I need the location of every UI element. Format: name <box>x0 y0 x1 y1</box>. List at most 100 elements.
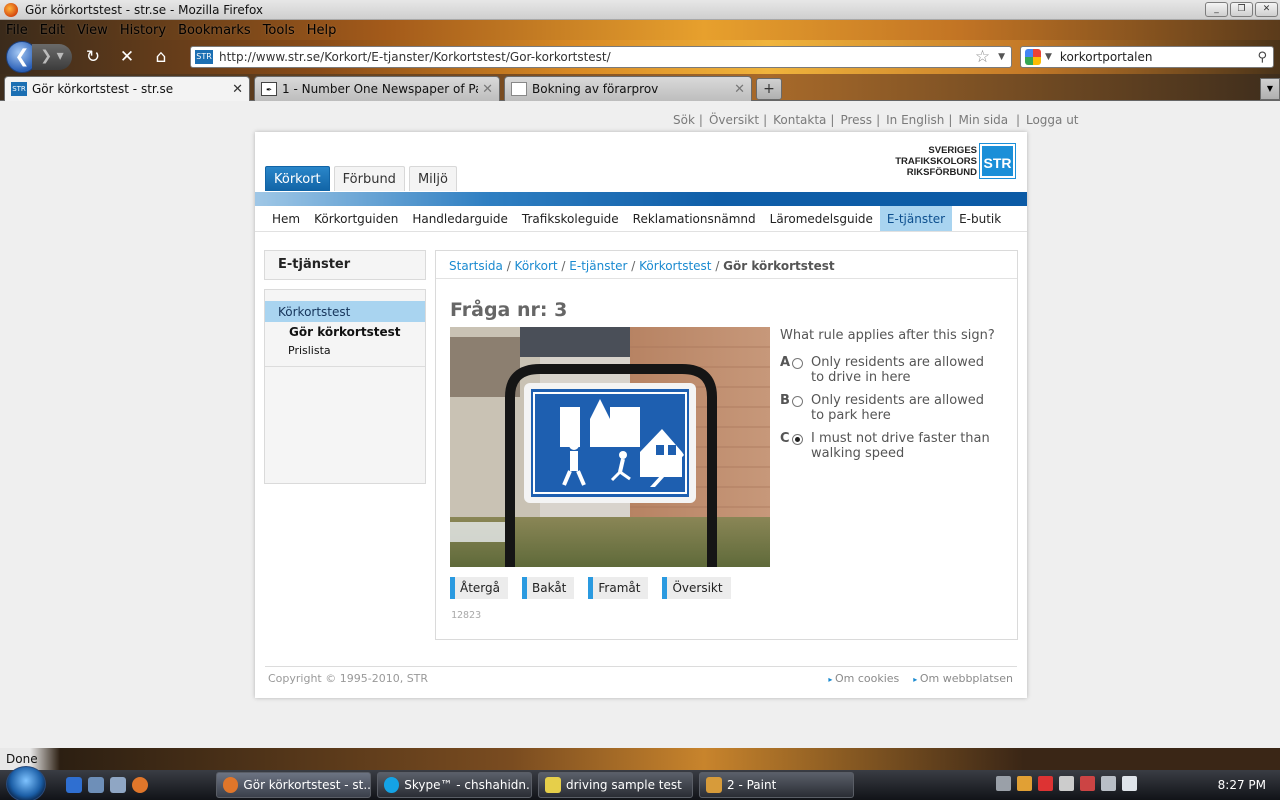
switch-windows-icon[interactable] <box>110 777 126 793</box>
question-image <box>450 327 770 567</box>
sidebar-title: E-tjänster <box>264 250 426 280</box>
close-window-button[interactable]: ✕ <box>1255 2 1278 17</box>
quick-launch <box>66 777 148 793</box>
url-bar[interactable]: STR http://www.str.se/Korkort/E-tjanster… <box>190 46 1012 68</box>
str-logo[interactable]: SVERIGES TRAFIKSKOLORS RIKSFÖRBUND STR <box>895 143 1016 179</box>
ie-icon[interactable] <box>66 777 82 793</box>
option-a-radio[interactable] <box>792 358 803 369</box>
taskbar-driving-test[interactable]: driving sample test <box>538 772 693 798</box>
bookmark-star-icon[interactable]: ☆ <box>975 47 990 67</box>
link-press[interactable]: Press <box>840 113 872 127</box>
task-label: 2 - Paint <box>727 778 777 792</box>
breadcrumb-startsida[interactable]: Startsida <box>449 259 503 273</box>
taskbar-skype[interactable]: Skype™ - chshahidn... <box>377 772 532 798</box>
firefox-icon <box>4 2 18 17</box>
close-tab-icon[interactable]: ✕ <box>734 82 745 97</box>
tab-bokning[interactable]: Bokning av förarprov ✕ <box>504 76 752 101</box>
bakat-button[interactable]: Bakåt <box>522 577 575 599</box>
sidebar-item-gor-korkortstest[interactable]: Gör körkortstest <box>289 325 400 339</box>
option-c-radio[interactable] <box>792 434 803 445</box>
clock[interactable]: 8:27 PM <box>1218 778 1266 792</box>
option-b-radio[interactable] <box>792 396 803 407</box>
breadcrumb-current: Gör körkortstest <box>723 259 835 273</box>
menu-help[interactable]: Help <box>301 23 343 38</box>
taskbar-firefox[interactable]: Gör körkortstest - st... <box>216 772 371 798</box>
answer-option-c[interactable]: C I must not drive faster than walking s… <box>780 431 1001 461</box>
url-history-dropdown-icon[interactable]: ▼ <box>998 52 1005 62</box>
security-icon[interactable] <box>1038 776 1053 791</box>
answer-option-b[interactable]: B Only residents are allowed to park her… <box>780 393 1001 423</box>
breadcrumb-korkortstest[interactable]: Körkortstest <box>639 259 711 273</box>
subnav-laromedelsguide[interactable]: Läromedelsguide <box>763 206 880 231</box>
firefox-icon <box>223 777 239 793</box>
minimize-button[interactable]: _ <box>1205 2 1228 17</box>
tray-app-icon[interactable] <box>1059 776 1074 791</box>
newspaper-favicon-icon: ✒ <box>261 82 277 96</box>
breadcrumb-e-tjanster[interactable]: E-tjänster <box>569 259 627 273</box>
close-tab-icon[interactable]: ✕ <box>482 82 493 97</box>
link-in-english[interactable]: In English <box>886 113 944 127</box>
subnav-handledarguide[interactable]: Handledarguide <box>405 206 515 231</box>
link-min-sida[interactable]: Min sida <box>958 113 1008 127</box>
subnav-reklamationsnamnd[interactable]: Reklamationsnämnd <box>626 206 763 231</box>
search-engine-icon[interactable] <box>1025 49 1041 65</box>
link-sok[interactable]: Sök <box>673 113 695 127</box>
tray-app-icon[interactable] <box>1080 776 1095 791</box>
network-icon[interactable] <box>1101 776 1116 791</box>
volume-icon[interactable] <box>1122 776 1137 791</box>
sidebar-menu: Körkortstest Gör körkortstest Prislista <box>264 289 426 484</box>
taskbar-paint[interactable]: 2 - Paint <box>699 772 854 798</box>
search-bar[interactable]: ▼ korkortportalen ⚲ <box>1020 46 1274 68</box>
sidebar-item-prislista[interactable]: Prislista <box>288 344 331 357</box>
breadcrumb-korkort[interactable]: Körkort <box>515 259 558 273</box>
reload-icon[interactable]: ↻ <box>80 44 106 70</box>
tab-list-icon[interactable]: ▼ <box>1260 78 1280 100</box>
sidebar-item-korkortstest[interactable]: Körkortstest <box>265 301 425 322</box>
tab-newspaper[interactable]: ✒ 1 - Number One Newspaper of Paki... ✕ <box>254 76 500 101</box>
tray-app-icon[interactable] <box>1017 776 1032 791</box>
url-text[interactable]: http://www.str.se/Korkort/E-tjanster/Kor… <box>219 50 975 64</box>
start-button[interactable] <box>6 766 46 800</box>
link-oversikt[interactable]: Översikt <box>709 113 759 127</box>
tab-forbund[interactable]: Förbund <box>333 166 405 191</box>
subnav-trafikskoleguide[interactable]: Trafikskoleguide <box>515 206 626 231</box>
menu-view[interactable]: View <box>71 23 114 38</box>
tab-gor-korkortstest[interactable]: STR Gör körkortstest - str.se ✕ <box>4 76 250 101</box>
subnav-korkortguiden[interactable]: Körkortguiden <box>307 206 405 231</box>
new-tab-button[interactable]: + <box>756 78 782 100</box>
tab-label: 1 - Number One Newspaper of Paki... <box>282 82 478 96</box>
stop-icon[interactable]: ✕ <box>114 44 140 70</box>
forward-button[interactable]: ❯ ▾ <box>32 44 72 70</box>
search-engine-dropdown-icon[interactable]: ▼ <box>1045 52 1052 62</box>
search-icon[interactable]: ⚲ <box>1257 50 1267 65</box>
subnav-e-tjanster[interactable]: E-tjänster <box>879 206 953 231</box>
window-controls: _ ❐ ✕ <box>1205 2 1278 17</box>
link-kontakta[interactable]: Kontakta <box>773 113 826 127</box>
link-om-cookies[interactable]: Om cookies <box>828 672 899 685</box>
maximize-button[interactable]: ❐ <box>1230 2 1253 17</box>
menu-history[interactable]: History <box>114 23 172 38</box>
oversikt-button[interactable]: Översikt <box>662 577 731 599</box>
framat-button[interactable]: Framåt <box>588 577 649 599</box>
atergå-button[interactable]: Återgå <box>450 577 508 599</box>
close-tab-icon[interactable]: ✕ <box>232 82 243 97</box>
str-favicon-icon: STR <box>11 82 27 96</box>
top-utility-links: Sök | Översikt | Kontakta | Press | In Engli… <box>673 113 1079 127</box>
tab-korkort[interactable]: Körkort <box>265 166 330 191</box>
keyboard-icon[interactable] <box>996 776 1011 791</box>
menu-bookmarks[interactable]: Bookmarks <box>172 23 257 38</box>
search-input[interactable]: korkortportalen <box>1060 50 1258 64</box>
link-om-webbplatsen[interactable]: Om webbplatsen <box>913 672 1013 685</box>
subnav-e-butik[interactable]: E-butik <box>952 206 1008 231</box>
home-icon[interactable]: ⌂ <box>148 44 174 70</box>
firefox-icon[interactable] <box>132 777 148 793</box>
subnav-hem[interactable]: Hem <box>265 206 307 231</box>
menu-edit[interactable]: Edit <box>34 23 71 38</box>
menu-tools[interactable]: Tools <box>257 23 301 38</box>
answer-option-a[interactable]: A Only residents are allowed to drive in… <box>780 355 1001 385</box>
site-identity-icon[interactable]: STR <box>195 50 213 64</box>
tab-miljo[interactable]: Miljö <box>408 166 457 191</box>
link-logga-ut[interactable]: Logga ut <box>1026 113 1079 127</box>
menu-file[interactable]: File <box>0 23 34 38</box>
desktop-icon[interactable] <box>88 777 104 793</box>
